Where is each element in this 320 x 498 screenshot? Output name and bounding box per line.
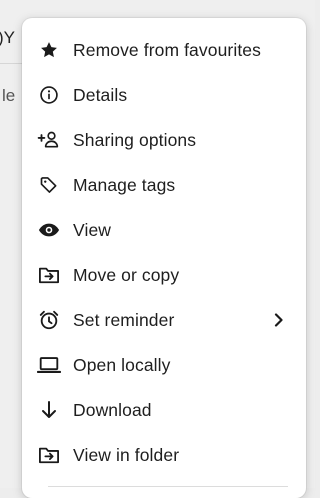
menu-item-view-in-folder[interactable]: View in folder bbox=[22, 435, 306, 475]
add-person-icon bbox=[36, 127, 62, 153]
menu-item-set-reminder[interactable]: Set reminder bbox=[22, 300, 306, 340]
arrow-down-icon bbox=[36, 397, 62, 423]
menu-item-label: View bbox=[73, 219, 112, 240]
menu-item-remove-from-favourites[interactable]: Remove from favourites bbox=[22, 30, 306, 70]
tag-icon bbox=[36, 172, 62, 198]
folder-move-icon bbox=[36, 262, 62, 288]
menu-item-label: Open locally bbox=[73, 354, 171, 375]
chevron-right-icon bbox=[272, 310, 286, 330]
laptop-icon bbox=[36, 352, 62, 378]
menu-item-download[interactable]: Download bbox=[22, 390, 306, 430]
menu-item-manage-tags[interactable]: Manage tags bbox=[22, 165, 306, 205]
menu-item-open-locally[interactable]: Open locally bbox=[22, 345, 306, 385]
menu-item-label: View in folder bbox=[73, 444, 180, 465]
alarm-clock-icon bbox=[36, 307, 62, 333]
menu-item-label: Set reminder bbox=[73, 309, 175, 330]
eye-icon bbox=[36, 217, 62, 243]
star-filled-icon bbox=[36, 37, 62, 63]
background-partial-text: )Y bbox=[0, 28, 15, 47]
menu-item-label: Manage tags bbox=[73, 174, 176, 195]
menu-item-label: Details bbox=[73, 84, 128, 105]
folder-move-icon bbox=[36, 442, 62, 468]
menu-divider bbox=[48, 486, 288, 487]
background-partial-label: le bbox=[2, 86, 16, 105]
menu-item-label: Download bbox=[73, 399, 152, 420]
menu-item-label: Remove from favourites bbox=[73, 39, 261, 60]
menu-item-move-or-copy[interactable]: Move or copy bbox=[22, 255, 306, 295]
menu-item-label: Sharing options bbox=[73, 129, 197, 150]
context-menu: Remove from favourites Details Sharing o… bbox=[22, 18, 306, 498]
info-circle-icon bbox=[36, 82, 62, 108]
menu-item-details[interactable]: Details bbox=[22, 75, 306, 115]
menu-item-label: Move or copy bbox=[73, 264, 180, 285]
menu-item-sharing-options[interactable]: Sharing options bbox=[22, 120, 306, 160]
menu-item-view[interactable]: View bbox=[22, 210, 306, 250]
